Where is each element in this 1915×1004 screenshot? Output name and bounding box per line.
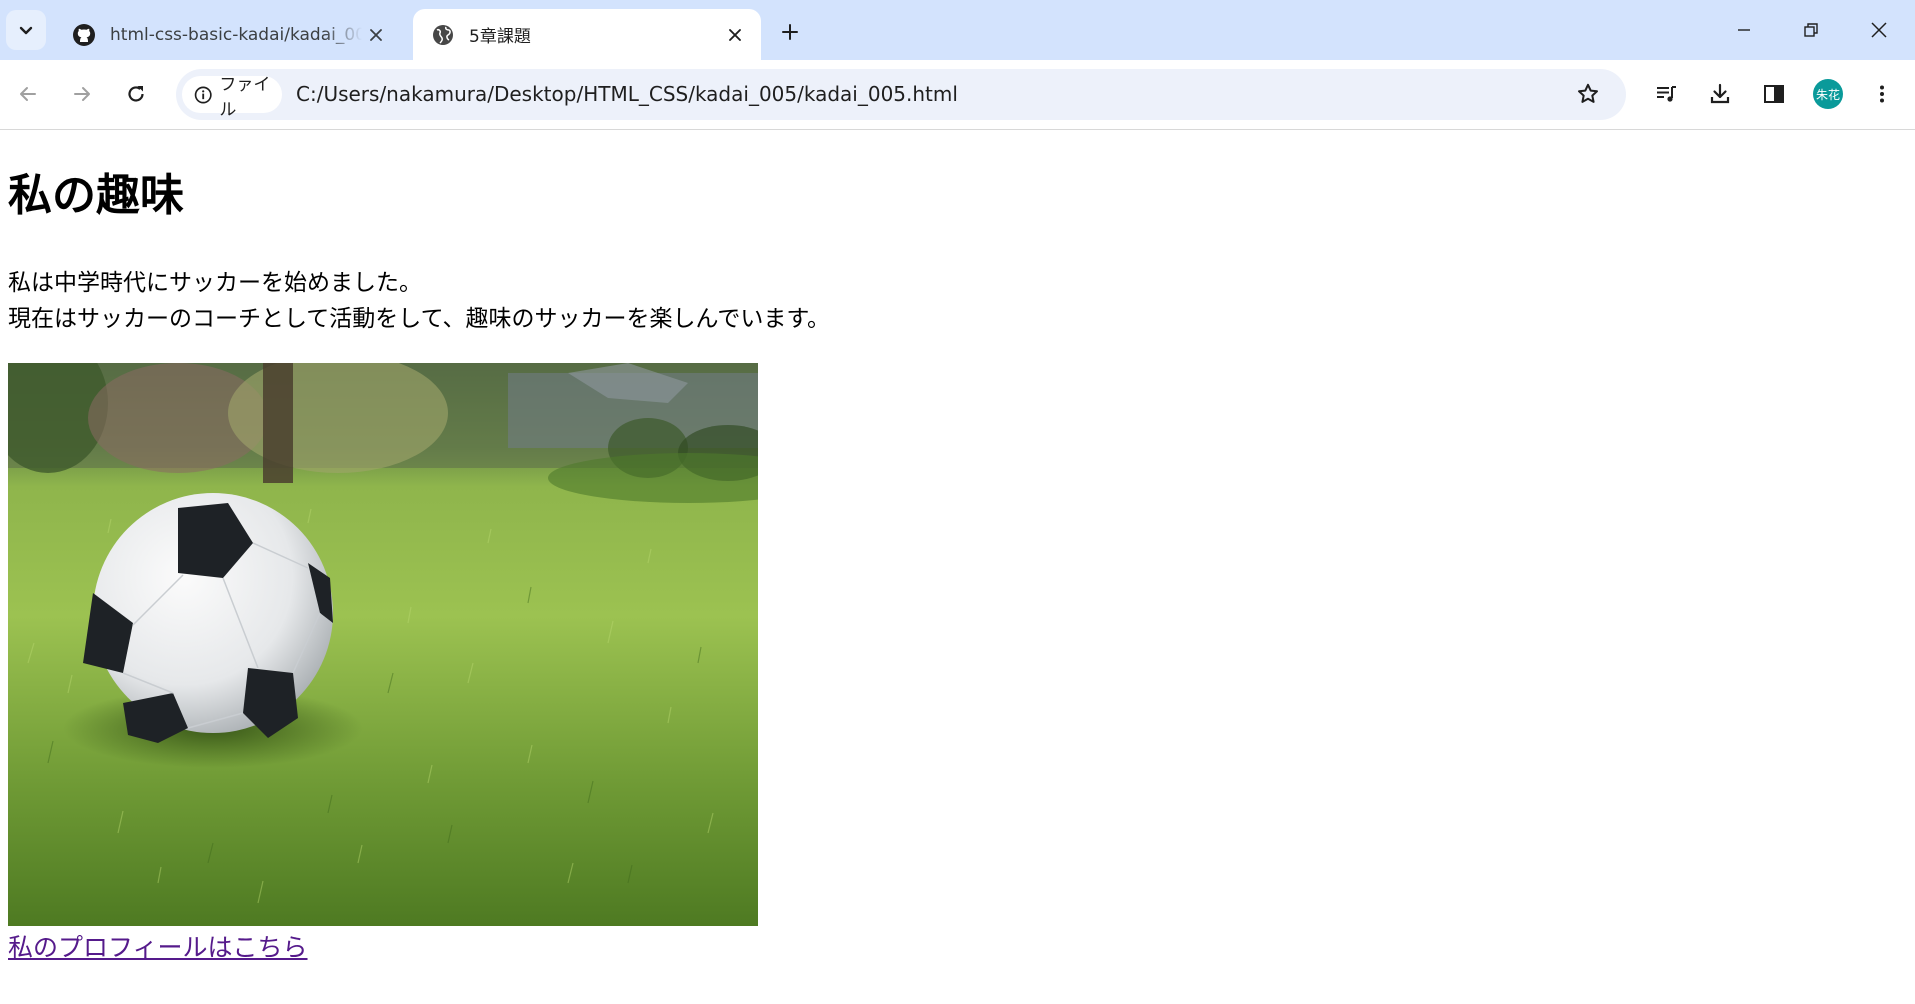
back-button[interactable] — [7, 73, 49, 115]
github-icon — [72, 23, 96, 47]
restore-icon — [1804, 23, 1818, 37]
info-icon — [194, 86, 212, 103]
browser-toolbar: ファイル C:/Users/nakamura/Desktop/HTML_CSS/… — [0, 60, 1915, 130]
more-vert-icon — [1880, 85, 1884, 103]
plus-icon — [782, 24, 798, 40]
paragraph-line: 私は中学時代にサッカーを始めました。 — [8, 270, 422, 296]
new-tab-button[interactable] — [772, 14, 808, 50]
globe-icon — [431, 23, 455, 47]
security-chip-label: ファイル — [219, 74, 271, 120]
tab-github[interactable]: html-css-basic-kadai/kadai_005 — [54, 9, 402, 60]
profile-button[interactable]: 朱花 — [1807, 73, 1849, 115]
avatar: 朱花 — [1813, 79, 1843, 109]
media-control-button[interactable] — [1645, 73, 1687, 115]
address-bar[interactable]: ファイル C:/Users/nakamura/Desktop/HTML_CSS/… — [176, 69, 1626, 120]
minimize-icon — [1738, 29, 1750, 31]
bookmark-button[interactable] — [1568, 74, 1608, 114]
url-text[interactable]: C:/Users/nakamura/Desktop/HTML_CSS/kadai… — [296, 69, 958, 120]
intro-paragraph: 私は中学時代にサッカーを始めました。 現在はサッカーのコーチとして活動をして、趣… — [8, 265, 830, 337]
site-info-chip[interactable]: ファイル — [182, 75, 282, 120]
arrow-right-icon — [74, 87, 90, 101]
forward-button[interactable] — [61, 73, 103, 115]
tab-active[interactable]: 5章課題 — [413, 9, 761, 60]
close-icon[interactable] — [721, 21, 749, 49]
queue-music-icon — [1657, 86, 1676, 102]
window-close-button[interactable] — [1848, 0, 1910, 60]
reload-button[interactable] — [115, 73, 157, 115]
tab-search-button[interactable] — [6, 10, 46, 50]
menu-button[interactable] — [1861, 73, 1903, 115]
close-icon[interactable] — [362, 21, 390, 49]
close-icon — [1871, 22, 1887, 38]
minimize-button[interactable] — [1713, 0, 1775, 60]
side-panel-icon — [1764, 85, 1784, 103]
arrow-left-icon — [20, 87, 36, 101]
chevron-down-icon — [19, 26, 33, 35]
side-panel-button[interactable] — [1753, 73, 1795, 115]
soccer-ball-image — [8, 363, 758, 926]
download-icon — [1710, 83, 1730, 104]
tab-title: 5章課題 — [469, 27, 531, 47]
downloads-button[interactable] — [1699, 73, 1741, 115]
tab-strip: html-css-basic-kadai/kadai_005 5章課題 — [0, 0, 1915, 60]
tab-title: html-css-basic-kadai/kadai_005 — [110, 24, 362, 45]
paragraph-line: 現在はサッカーのコーチとして活動をして、趣味のサッカーを楽しんでいます。 — [8, 306, 831, 332]
profile-link[interactable]: 私のプロフィールはこちら — [8, 932, 308, 964]
star-icon — [1578, 83, 1598, 103]
page-title: 私の趣味 — [8, 170, 184, 221]
restore-button[interactable] — [1780, 0, 1842, 60]
reload-icon — [128, 86, 144, 102]
